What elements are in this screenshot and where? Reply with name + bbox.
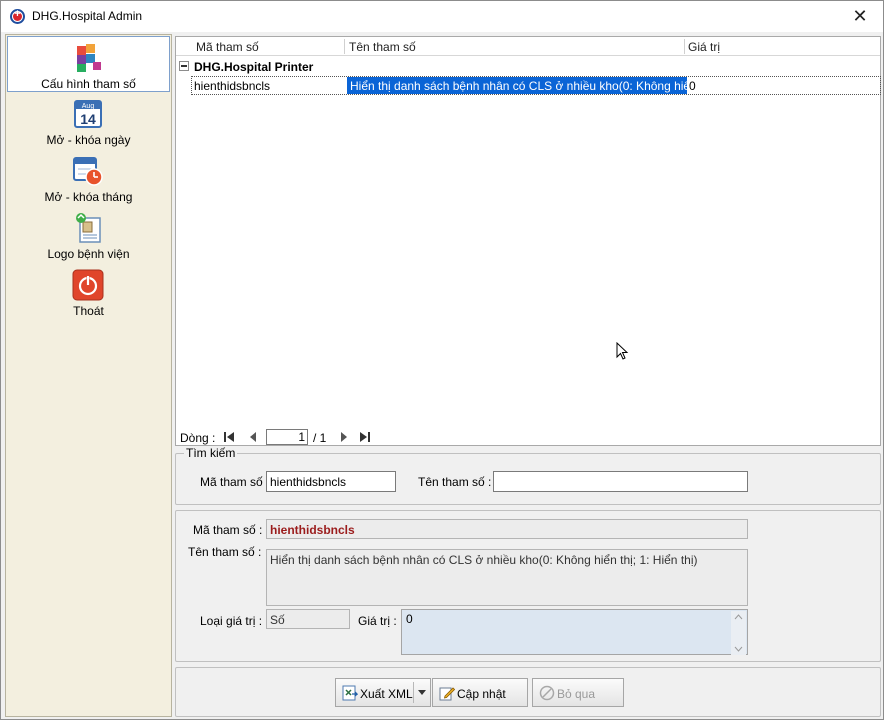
cell-code[interactable]: hienthidsbncls xyxy=(194,79,344,93)
split-divider xyxy=(413,682,414,703)
window-title: DHG.Hospital Admin xyxy=(32,9,143,23)
logo-document-icon xyxy=(76,213,101,243)
title-bar: DHG.Hospital Admin ✕ xyxy=(1,1,883,32)
sidebar-item-label: Thoát xyxy=(73,304,104,318)
cancel-icon xyxy=(539,685,555,701)
sidebar-item-month-lock[interactable]: Mở - khóa tháng xyxy=(7,150,170,206)
last-page-icon[interactable] xyxy=(359,431,371,443)
sidebar-item-logo[interactable]: Logo bệnh viện xyxy=(7,207,170,263)
cell-name-selected[interactable]: Hiển thị danh sách bệnh nhân có CLS ở nh… xyxy=(347,77,687,94)
parameter-grid[interactable]: Mã tham số Tên tham số Giá trị DHG.Hospi… xyxy=(175,36,881,446)
search-name-input[interactable] xyxy=(493,471,748,492)
calendar-day-icon: Aug 14 xyxy=(74,100,102,128)
export-xml-icon xyxy=(342,685,358,701)
column-header-value[interactable]: Giá trị xyxy=(688,40,720,54)
pager-label: Dòng : xyxy=(180,431,216,445)
power-icon xyxy=(72,269,104,301)
app-logo-icon xyxy=(10,8,25,24)
skip-label: Bỏ qua xyxy=(557,687,596,701)
calendar-clock-icon xyxy=(73,157,103,186)
collapse-icon[interactable] xyxy=(179,61,189,71)
close-button[interactable]: ✕ xyxy=(837,1,883,32)
chevron-down-icon[interactable] xyxy=(418,690,426,695)
detail-code-field: hienthidsbncls xyxy=(266,519,748,539)
column-header-name[interactable]: Tên tham số xyxy=(349,40,416,54)
search-legend: Tìm kiếm xyxy=(184,446,238,460)
cell-value[interactable]: 0 xyxy=(689,79,869,93)
sidebar-item-day-lock[interactable]: Aug 14 Mở - khóa ngày xyxy=(7,93,170,149)
search-name-label: Tên tham số : xyxy=(418,475,492,489)
export-xml-label: Xuất XML xyxy=(360,687,413,701)
sidebar-item-label: Logo bệnh viện xyxy=(47,247,130,261)
sidebar-nav: Cấu hình tham số Aug 14 Mở - khóa ngày M… xyxy=(5,34,172,717)
column-header-code[interactable]: Mã tham số xyxy=(196,40,259,54)
page-number-input[interactable] xyxy=(266,429,308,445)
detail-value-text: 0 xyxy=(406,612,413,626)
sidebar-item-exit[interactable]: Thoát xyxy=(7,264,170,320)
next-page-icon[interactable] xyxy=(338,431,350,443)
action-bar xyxy=(175,667,881,717)
value-scrollbar[interactable] xyxy=(731,611,746,655)
sidebar-item-label: Mở - khóa tháng xyxy=(44,190,133,204)
sidebar-item-label: Cấu hình tham số xyxy=(41,77,136,91)
edit-pencil-icon xyxy=(439,687,455,701)
update-label: Cập nhật xyxy=(457,687,506,701)
app-window: DHG.Hospital Admin ✕ Cấu hình tham số Au… xyxy=(0,0,884,720)
search-code-label: Mã tham số : xyxy=(200,475,270,489)
grid-header: Mã tham số Tên tham số Giá trị xyxy=(176,37,880,56)
pager-bar: Dòng : / 1 xyxy=(176,429,880,446)
column-divider[interactable] xyxy=(684,39,685,54)
page-total: / 1 xyxy=(313,431,327,445)
detail-type-field: Số xyxy=(266,609,350,629)
mouse-cursor-icon xyxy=(616,342,629,360)
calendar-day: 14 xyxy=(80,111,96,127)
search-code-input[interactable] xyxy=(266,471,396,492)
config-blocks-icon xyxy=(77,44,101,72)
previous-page-icon[interactable] xyxy=(247,431,259,443)
detail-panel: Mã tham số : hienthidsbncls Tên tham số … xyxy=(175,510,881,662)
detail-name-label: Tên tham số : xyxy=(188,545,262,559)
detail-code-label: Mã tham số : xyxy=(193,523,263,537)
detail-name-field: Hiển thị danh sách bệnh nhân có CLS ở nh… xyxy=(266,549,748,606)
detail-value-field[interactable]: 0 xyxy=(401,609,748,655)
export-xml-button[interactable]: Xuất XML xyxy=(335,678,431,707)
detail-type-label: Loại giá trị : xyxy=(200,614,263,628)
first-page-icon[interactable] xyxy=(223,431,235,443)
sidebar-item-config[interactable]: Cấu hình tham số xyxy=(7,36,170,92)
sidebar-item-label: Mở - khóa ngày xyxy=(46,133,131,147)
update-button[interactable]: Cập nhật xyxy=(432,678,528,707)
skip-button[interactable]: Bỏ qua xyxy=(532,678,624,707)
group-label: DHG.Hospital Printer xyxy=(194,60,314,74)
column-divider[interactable] xyxy=(344,39,345,54)
calendar-month: Aug xyxy=(82,103,95,110)
detail-value-label: Giá trị : xyxy=(358,614,397,628)
group-row[interactable]: DHG.Hospital Printer xyxy=(176,57,880,76)
table-row[interactable]: hienthidsbncls Hiển thị danh sách bệnh n… xyxy=(191,76,881,95)
search-panel: Tìm kiếm Mã tham số : Tên tham số : xyxy=(175,446,881,505)
